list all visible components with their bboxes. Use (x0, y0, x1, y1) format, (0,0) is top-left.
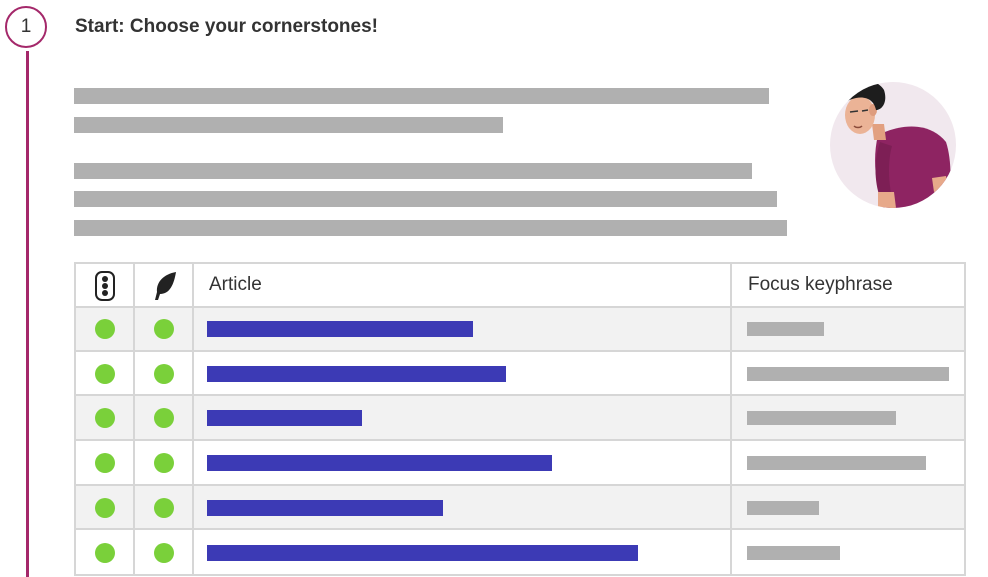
readability-status-dot (154, 498, 174, 518)
focus-keyphrase-value (747, 546, 840, 560)
column-header-focus-keyphrase: Focus keyphrase (748, 274, 893, 295)
cornerstone-table: Article Focus keyphrase (74, 262, 966, 576)
focus-keyphrase-value (747, 501, 819, 515)
text-placeholder-line (74, 117, 503, 133)
text-placeholder-line (74, 220, 787, 236)
table-header-row: Article Focus keyphrase (76, 264, 964, 306)
readability-status-dot (154, 408, 174, 428)
column-header-article: Article (209, 274, 262, 295)
traffic-light-icon (95, 271, 115, 301)
seo-status-dot (95, 319, 115, 339)
tired-person-avatar (830, 82, 956, 208)
article-title-link[interactable] (207, 500, 443, 516)
seo-status-dot (95, 498, 115, 518)
seo-status-dot (95, 543, 115, 563)
focus-keyphrase-value (747, 322, 824, 336)
article-title-link[interactable] (207, 545, 638, 561)
table-row[interactable] (76, 308, 964, 350)
timeline-line (26, 51, 29, 577)
focus-keyphrase-value (747, 456, 926, 470)
seo-status-dot (95, 364, 115, 384)
feather-icon (155, 272, 176, 300)
seo-status-dot (95, 408, 115, 428)
table-row[interactable] (76, 396, 964, 439)
table-row[interactable] (76, 530, 964, 574)
article-title-link[interactable] (207, 321, 473, 337)
focus-keyphrase-value (747, 367, 949, 381)
article-title-link[interactable] (207, 366, 506, 382)
article-title-link[interactable] (207, 455, 552, 471)
readability-status-dot (154, 319, 174, 339)
readability-status-dot (154, 543, 174, 563)
text-placeholder-line (74, 191, 777, 207)
text-placeholder-line (74, 163, 752, 179)
readability-status-dot (154, 364, 174, 384)
table-row[interactable] (76, 352, 964, 394)
readability-status-dot (154, 453, 174, 473)
step-title: Start: Choose your cornerstones! (75, 16, 378, 37)
table-row[interactable] (76, 441, 964, 484)
table-row[interactable] (76, 486, 964, 528)
seo-status-dot (95, 453, 115, 473)
step-number-badge: 1 (5, 6, 47, 48)
text-placeholder-line (74, 88, 769, 104)
article-title-link[interactable] (207, 410, 362, 426)
focus-keyphrase-value (747, 411, 896, 425)
